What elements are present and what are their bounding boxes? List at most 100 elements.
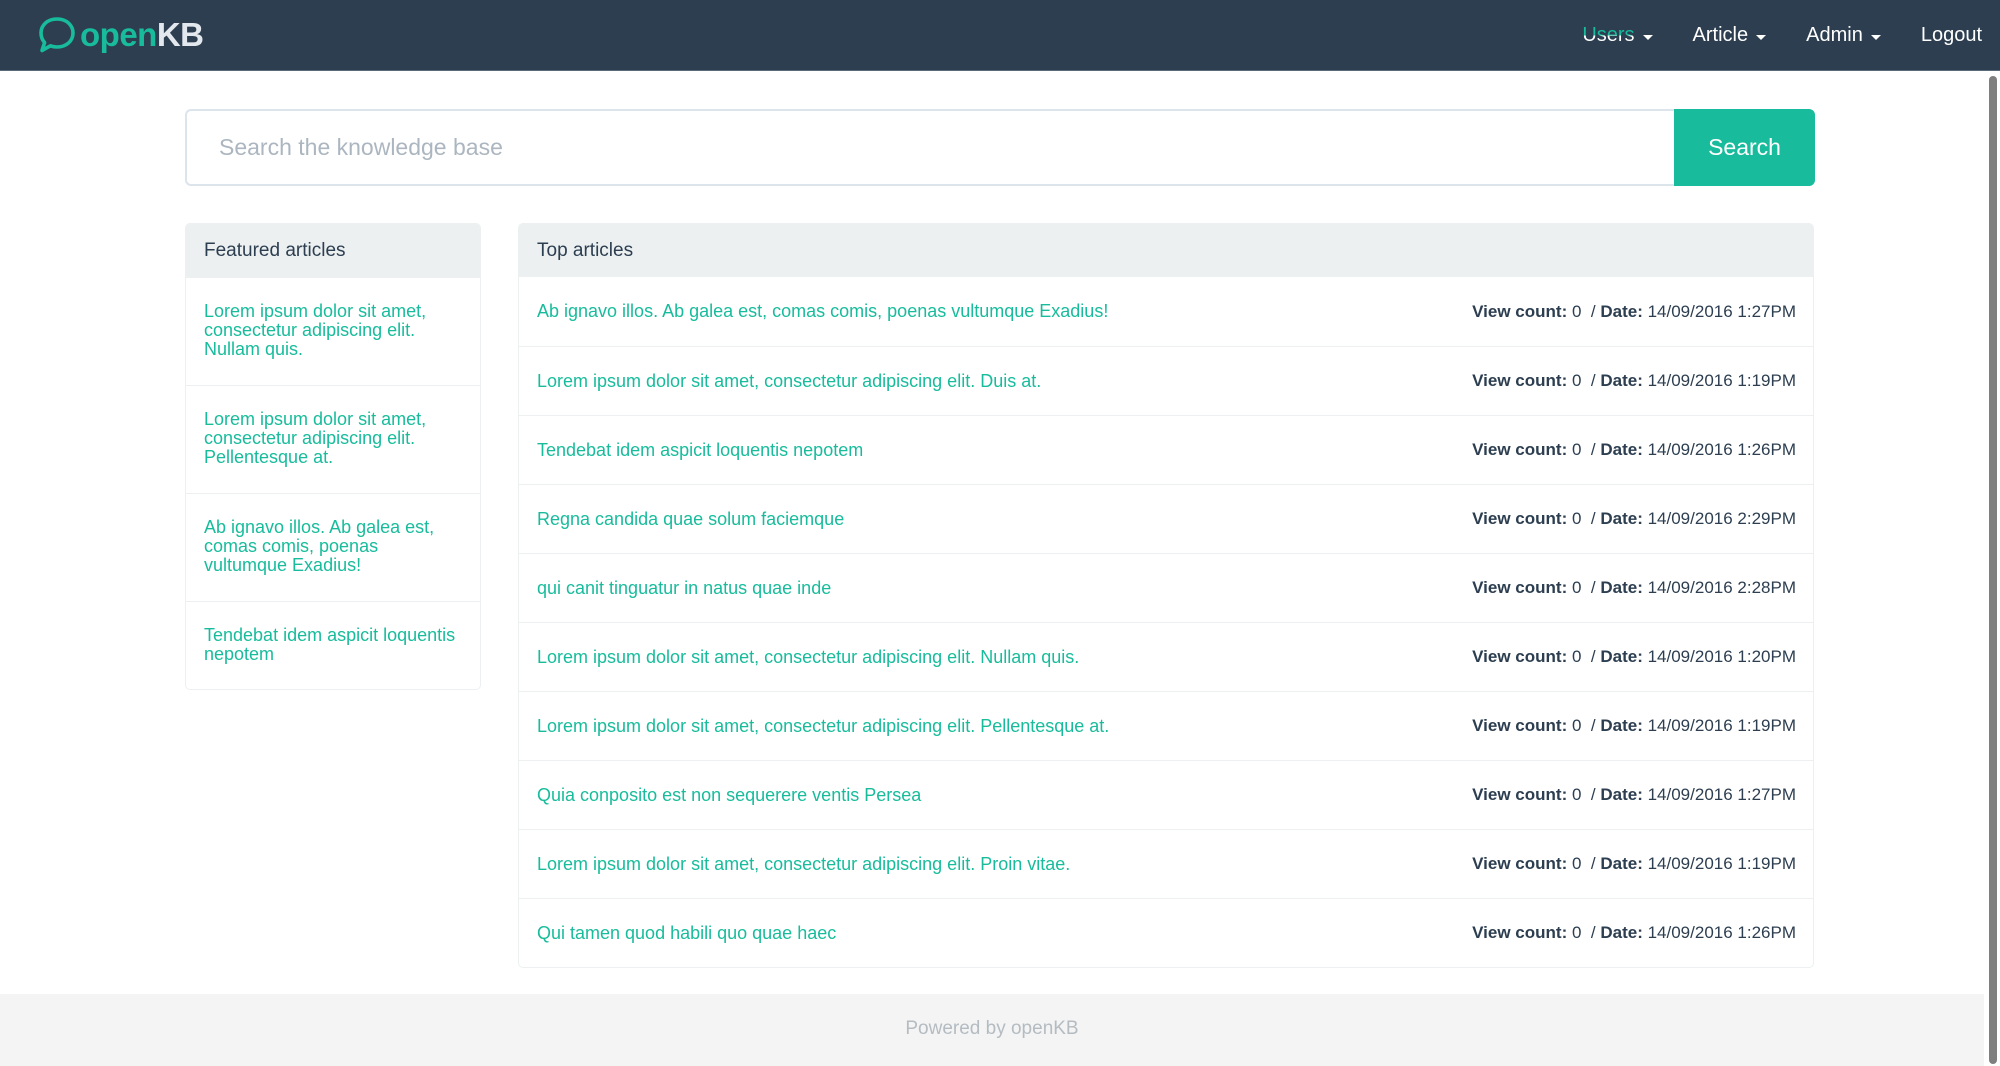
top-articles-panel: Top articles Ab ignavo illos. Ab galea e… [518, 223, 1814, 968]
featured-article-item: Tendebat idem aspicit loquentis nepotem [186, 601, 480, 689]
view-count-value: 0 [1571, 371, 1582, 390]
view-count-label: View count: [1472, 716, 1568, 735]
date-value: 14/09/2016 1:26PM [1647, 923, 1796, 942]
date-value: 14/09/2016 1:20PM [1647, 647, 1796, 666]
meta-separator: / [1586, 647, 1601, 666]
date-label: Date: [1600, 647, 1643, 666]
top-article-link[interactable]: Lorem ipsum dolor sit amet, consectetur … [537, 371, 1041, 392]
view-count-label: View count: [1472, 854, 1568, 873]
top-article-meta: View count: 0 / Date: 14/09/2016 1:26PM [1472, 440, 1796, 460]
top-article-meta: View count: 0 / Date: 14/09/2016 1:27PM [1472, 302, 1796, 322]
view-count-label: View count: [1472, 301, 1568, 321]
view-count-label: View count: [1472, 578, 1568, 597]
search-input[interactable] [185, 109, 1674, 186]
featured-articles-panel: Featured articles Lorem ipsum dolor sit … [185, 223, 481, 690]
meta-separator: / [1586, 301, 1601, 321]
featured-article-link[interactable]: Ab ignavo illos. Ab galea est, comas com… [204, 517, 434, 575]
page-scrollbar[interactable] [1984, 71, 2000, 1066]
top-article-link[interactable]: qui canit tinguatur in natus quae inde [537, 578, 831, 599]
top-article-link[interactable]: Qui tamen quod habili quo quae haec [537, 923, 836, 944]
nav-article-label: Article [1692, 24, 1749, 46]
top-article-meta: View count: 0 / Date: 14/09/2016 1:19PM [1472, 371, 1796, 391]
date-label: Date: [1600, 785, 1643, 804]
date-value: 14/09/2016 1:26PM [1647, 440, 1796, 459]
date-value: 14/09/2016 1:19PM [1647, 371, 1796, 390]
view-count-value: 0 [1571, 301, 1582, 321]
top-article-link[interactable]: Quia conposito est non sequerere ventis … [537, 785, 921, 806]
view-count-label: View count: [1472, 509, 1568, 528]
search-button[interactable]: Search [1674, 109, 1815, 186]
view-count-value: 0 [1571, 578, 1582, 597]
top-article-row: Regna candida quae solum faciemque View c… [519, 484, 1813, 553]
top-article-meta: View count: 0 / Date: 14/09/2016 1:19PM [1472, 854, 1796, 874]
meta-separator: / [1586, 578, 1601, 597]
date-value: 14/09/2016 1:27PM [1647, 785, 1796, 804]
caret-down-icon [1756, 34, 1767, 40]
featured-article-link[interactable]: Lorem ipsum dolor sit amet, consectetur … [204, 409, 426, 467]
date-label: Date: [1600, 854, 1643, 873]
date-label: Date: [1600, 578, 1643, 597]
top-article-meta: View count: 0 / Date: 14/09/2016 2:29PM [1472, 509, 1796, 529]
date-value: 14/09/2016 1:19PM [1647, 854, 1796, 873]
featured-article-link[interactable]: Lorem ipsum dolor sit amet, consectetur … [204, 301, 426, 359]
meta-separator: / [1586, 371, 1601, 390]
top-article-link[interactable]: Ab ignavo illos. Ab galea est, comas com… [537, 301, 1108, 322]
nav-users-dropdown[interactable]: Users [1562, 0, 1672, 71]
brand-name: openKB [80, 16, 204, 54]
brand-name-open: open [80, 16, 157, 53]
navbar: openKB Users Article Admin Logout [0, 0, 2000, 71]
meta-separator: / [1586, 716, 1601, 735]
top-article-row: Qui tamen quod habili quo quae haec View … [519, 898, 1813, 967]
nav-logout-link[interactable]: Logout [1901, 0, 2000, 71]
date-value: 14/09/2016 1:27PM [1647, 301, 1796, 321]
meta-separator: / [1586, 440, 1601, 459]
meta-separator: / [1586, 509, 1601, 528]
top-article-link[interactable]: Tendebat idem aspicit loquentis nepotem [537, 440, 863, 461]
view-count-label: View count: [1472, 440, 1568, 459]
top-article-link[interactable]: Regna candida quae solum faciemque [537, 509, 844, 530]
top-article-link[interactable]: Lorem ipsum dolor sit amet, consectetur … [537, 647, 1079, 668]
featured-articles-heading: Featured articles [186, 224, 480, 277]
brand-logo-link[interactable]: openKB [36, 14, 204, 56]
nav-logout-label: Logout [1920, 24, 1982, 46]
view-count-value: 0 [1571, 716, 1582, 735]
search-form: Search [185, 109, 1815, 186]
top-article-row: Tendebat idem aspicit loquentis nepotem V… [519, 415, 1813, 484]
meta-separator: / [1586, 785, 1601, 804]
featured-article-item: Ab ignavo illos. Ab galea est, comas com… [186, 493, 480, 601]
top-article-link[interactable]: Lorem ipsum dolor sit amet, consectetur … [537, 716, 1109, 737]
view-count-value: 0 [1571, 509, 1582, 528]
top-article-meta: View count: 0 / Date: 14/09/2016 1:19PM [1472, 716, 1796, 736]
meta-separator: / [1586, 854, 1601, 873]
nav-article-dropdown[interactable]: Article [1673, 0, 1787, 71]
top-article-row: Lorem ipsum dolor sit amet, consectetur … [519, 829, 1813, 898]
meta-separator: / [1586, 923, 1601, 942]
date-value: 14/09/2016 2:29PM [1647, 509, 1796, 528]
brand-name-kb: KB [156, 16, 204, 53]
top-article-meta: View count: 0 / Date: 14/09/2016 2:28PM [1472, 578, 1796, 598]
top-article-link[interactable]: Lorem ipsum dolor sit amet, consectetur … [537, 854, 1070, 875]
top-article-row: Lorem ipsum dolor sit amet, consectetur … [519, 622, 1813, 691]
date-label: Date: [1600, 923, 1643, 942]
top-article-row: Quia conposito est non sequerere ventis … [519, 760, 1813, 829]
scrollbar-thumb[interactable] [1989, 76, 1997, 1064]
featured-article-item: Lorem ipsum dolor sit amet, consectetur … [186, 385, 480, 493]
view-count-label: View count: [1472, 785, 1568, 804]
view-count-label: View count: [1472, 371, 1568, 390]
featured-article-item: Lorem ipsum dolor sit amet, consectetur … [186, 277, 480, 385]
caret-down-icon [1870, 34, 1881, 40]
nav-users-label: Users [1582, 24, 1635, 46]
view-count-label: View count: [1472, 923, 1568, 942]
date-value: 14/09/2016 2:28PM [1647, 578, 1796, 597]
nav-admin-dropdown[interactable]: Admin [1786, 0, 1901, 71]
top-articles-heading: Top articles [519, 224, 1813, 277]
date-label: Date: [1600, 509, 1643, 528]
top-article-row: Lorem ipsum dolor sit amet, consectetur … [519, 346, 1813, 415]
top-article-meta: View count: 0 / Date: 14/09/2016 1:20PM [1472, 647, 1796, 667]
top-article-row: Lorem ipsum dolor sit amet, consectetur … [519, 691, 1813, 760]
caret-down-icon [1642, 34, 1653, 40]
top-article-row: Ab ignavo illos. Ab galea est, comas com… [519, 277, 1813, 346]
featured-article-link[interactable]: Tendebat idem aspicit loquentis nepotem [204, 625, 455, 664]
view-count-value: 0 [1571, 440, 1582, 459]
nav-admin-label: Admin [1806, 24, 1863, 46]
